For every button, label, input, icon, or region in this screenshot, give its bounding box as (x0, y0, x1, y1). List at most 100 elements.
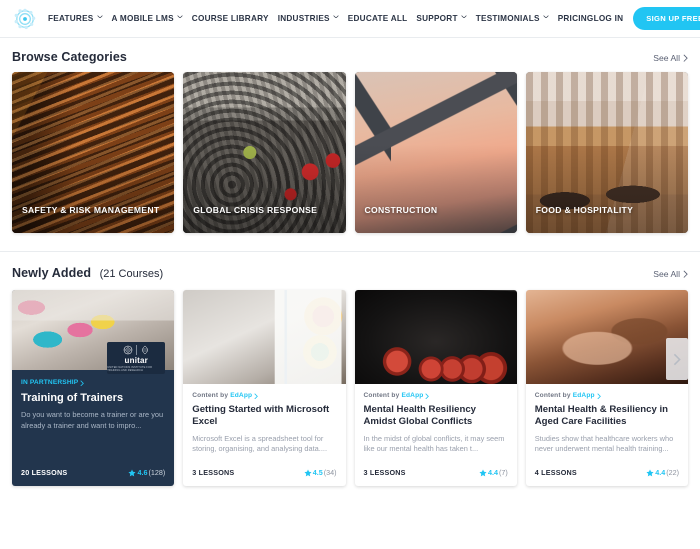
newtons-cradle-photo (354, 290, 517, 384)
see-all-label: See All (653, 53, 680, 63)
category-card-construction[interactable]: CONSTRUCTION (354, 72, 517, 233)
nav-item-a-mobile-lms[interactable]: A MOBILE LMS (112, 14, 183, 23)
unitar-emblem-icon (141, 345, 148, 354)
chevron-right-icon (425, 392, 430, 399)
course-review-count: (128) (148, 468, 166, 477)
course-eyebrow-label: Content by (192, 392, 229, 399)
category-card-row: SAFETY & RISK MANAGEMENT GLOBAL CRISIS R… (0, 72, 700, 233)
course-card-footer: 3 LESSONS 4.4 (7) (355, 468, 517, 486)
course-description: In the midst of global conflicts, it may… (363, 433, 505, 454)
nav-item-testimonials[interactable]: TESTIMONIALS (476, 14, 549, 23)
chevron-right-icon (80, 379, 85, 386)
browse-categories-see-all[interactable]: See All (653, 53, 688, 63)
nav-item-label: COURSE LIBRARY (191, 14, 269, 23)
page-content: Browse Categories See All SAFETY & RISK … (0, 38, 700, 486)
nav-item-support[interactable]: SUPPORT (416, 14, 467, 23)
nav-item-features[interactable]: FEATURES (48, 14, 103, 23)
category-card-global-crisis-response[interactable]: GLOBAL CRISIS RESPONSE (183, 72, 346, 233)
nav-item-label: EDUCATE ALL (347, 14, 408, 23)
course-title: Training of Trainers (21, 392, 124, 404)
course-eyebrow[interactable]: Content by EdApp (535, 392, 679, 399)
un-emblem-icon (123, 345, 133, 354)
star-icon (646, 469, 654, 476)
star-icon (304, 469, 312, 476)
course-eyebrow-label: IN PARTNERSHIP (21, 379, 79, 386)
laptop-charts-photo (183, 290, 346, 384)
nav-item-label: INDUSTRIES (277, 14, 330, 23)
course-rating: 4.5 (34) (304, 468, 337, 477)
course-rating-value: 4.6 (137, 468, 148, 477)
newly-added-see-all[interactable]: See All (653, 269, 688, 279)
course-content-brand: EdApp (572, 392, 595, 399)
chevron-right-icon (683, 54, 688, 62)
brand-logo[interactable] (12, 6, 38, 32)
category-card-safety-risk-management[interactable]: SAFETY & RISK MANAGEMENT (12, 72, 175, 233)
course-card-footer: 3 LESSONS 4.5 (34) (183, 468, 345, 486)
category-card-food-hospitality[interactable]: FOOD & HOSPITALITY (525, 72, 688, 233)
unitar-partner-badge: unitar UNITED NATIONS INSTITUTE FOR TRAI… (107, 342, 166, 374)
course-card-body: Content by EdApp Getting Started with Mi… (183, 384, 345, 468)
course-eyebrow[interactable]: Content by EdApp (192, 392, 336, 399)
course-rating: 4.4 (22) (646, 468, 679, 477)
course-card-mental-health-resiliency-in-aged-care-facilities[interactable]: Content by EdApp Mental Health & Resilie… (525, 290, 688, 486)
course-rating: 4.4 (7) (479, 468, 508, 477)
course-card-body: IN PARTNERSHIP Training of Trainers Do y… (12, 370, 174, 468)
nav-item-educate-all[interactable]: EDUCATE ALL (348, 14, 408, 23)
course-content-brand: EdApp (230, 392, 253, 399)
course-card-body: Content by EdApp Mental Health & Resilie… (526, 384, 688, 468)
flower-logo-icon (14, 8, 36, 29)
chevron-right-icon (597, 392, 601, 399)
unitar-emblems (123, 344, 150, 355)
carousel-next-button[interactable] (666, 338, 688, 380)
course-card-footer: 4 LESSONS 4.4 (22) (526, 468, 688, 486)
nav-item-pricing[interactable]: PRICING (558, 14, 594, 23)
nav-item-label: FEATURES (48, 14, 94, 23)
course-card-mental-health-resiliency-amidst-global-conflicts[interactable]: Content by EdApp Mental Health Resilienc… (354, 290, 517, 486)
course-review-count: (22) (666, 468, 679, 477)
login-link[interactable]: LOG IN (594, 14, 624, 23)
course-eyebrow-label: Content by (534, 392, 571, 399)
star-icon (479, 469, 487, 476)
category-card-label: GLOBAL CRISIS RESPONSE (193, 205, 318, 215)
nav-item-label: PRICING (557, 14, 594, 23)
star-icon (128, 469, 137, 476)
nav-item-label: TESTIMONIALS (475, 14, 540, 23)
course-lesson-count: 4 LESSONS (534, 468, 577, 477)
nav-item-course-library[interactable]: COURSE LIBRARY (192, 14, 269, 23)
sign-up-free-button[interactable]: SIGN UP FREE (633, 7, 700, 30)
course-rating: 4.6 (128) (128, 468, 165, 477)
chevron-right-icon (673, 353, 681, 365)
newly-added-header: Newly Added (21 Courses) See All (0, 252, 700, 290)
badge-divider (135, 344, 137, 355)
partner-badge-name: unitar (124, 355, 148, 365)
course-eyebrow[interactable]: IN PARTNERSHIP (21, 379, 165, 386)
top-navigation-bar: FEATURES A MOBILE LMS COURSE LIBRARY IND… (0, 0, 700, 38)
see-all-label: See All (653, 269, 680, 279)
category-card-label: CONSTRUCTION (364, 205, 438, 215)
course-eyebrow[interactable]: Content by EdApp (364, 392, 508, 399)
course-description: Studies show that healthcare workers who… (534, 433, 674, 454)
browse-categories-header: Browse Categories See All (0, 38, 700, 72)
course-lesson-count: 3 LESSONS (192, 468, 235, 477)
chevron-down-icon (543, 14, 549, 21)
nav-item-label: A MOBILE LMS (111, 14, 174, 23)
partner-badge-subtitle: UNITED NATIONS INSTITUTE FOR TRAINING AN… (107, 365, 153, 372)
nav-item-industries[interactable]: INDUSTRIES (278, 14, 339, 23)
course-description: Microsoft Excel is a spreadsheet tool fo… (192, 433, 328, 454)
chevron-down-icon (96, 14, 103, 21)
chevron-down-icon (461, 14, 467, 21)
course-card-getting-started-with-microsoft-excel[interactable]: Content by EdApp Getting Started with Mi… (183, 290, 346, 486)
course-review-count: (34) (323, 468, 337, 477)
course-lesson-count: 3 LESSONS (363, 468, 406, 477)
course-content-brand: EdApp (401, 392, 424, 399)
course-review-count: (7) (498, 468, 508, 477)
nav-item-label: SUPPORT (416, 14, 458, 23)
course-rating-value: 4.4 (487, 468, 498, 477)
newly-added-course-count: (21 Courses) (99, 268, 164, 280)
stacked-hands-photo (525, 290, 688, 384)
chevron-right-icon (683, 270, 688, 278)
nav-links: FEATURES A MOBILE LMS COURSE LIBRARY IND… (48, 14, 594, 23)
chevron-down-icon (333, 14, 339, 21)
course-card-body: Content by EdApp Mental Health Resilienc… (355, 384, 517, 468)
course-card-training-of-trainers[interactable]: unitar UNITED NATIONS INSTITUTE FOR TRAI… (12, 290, 175, 486)
